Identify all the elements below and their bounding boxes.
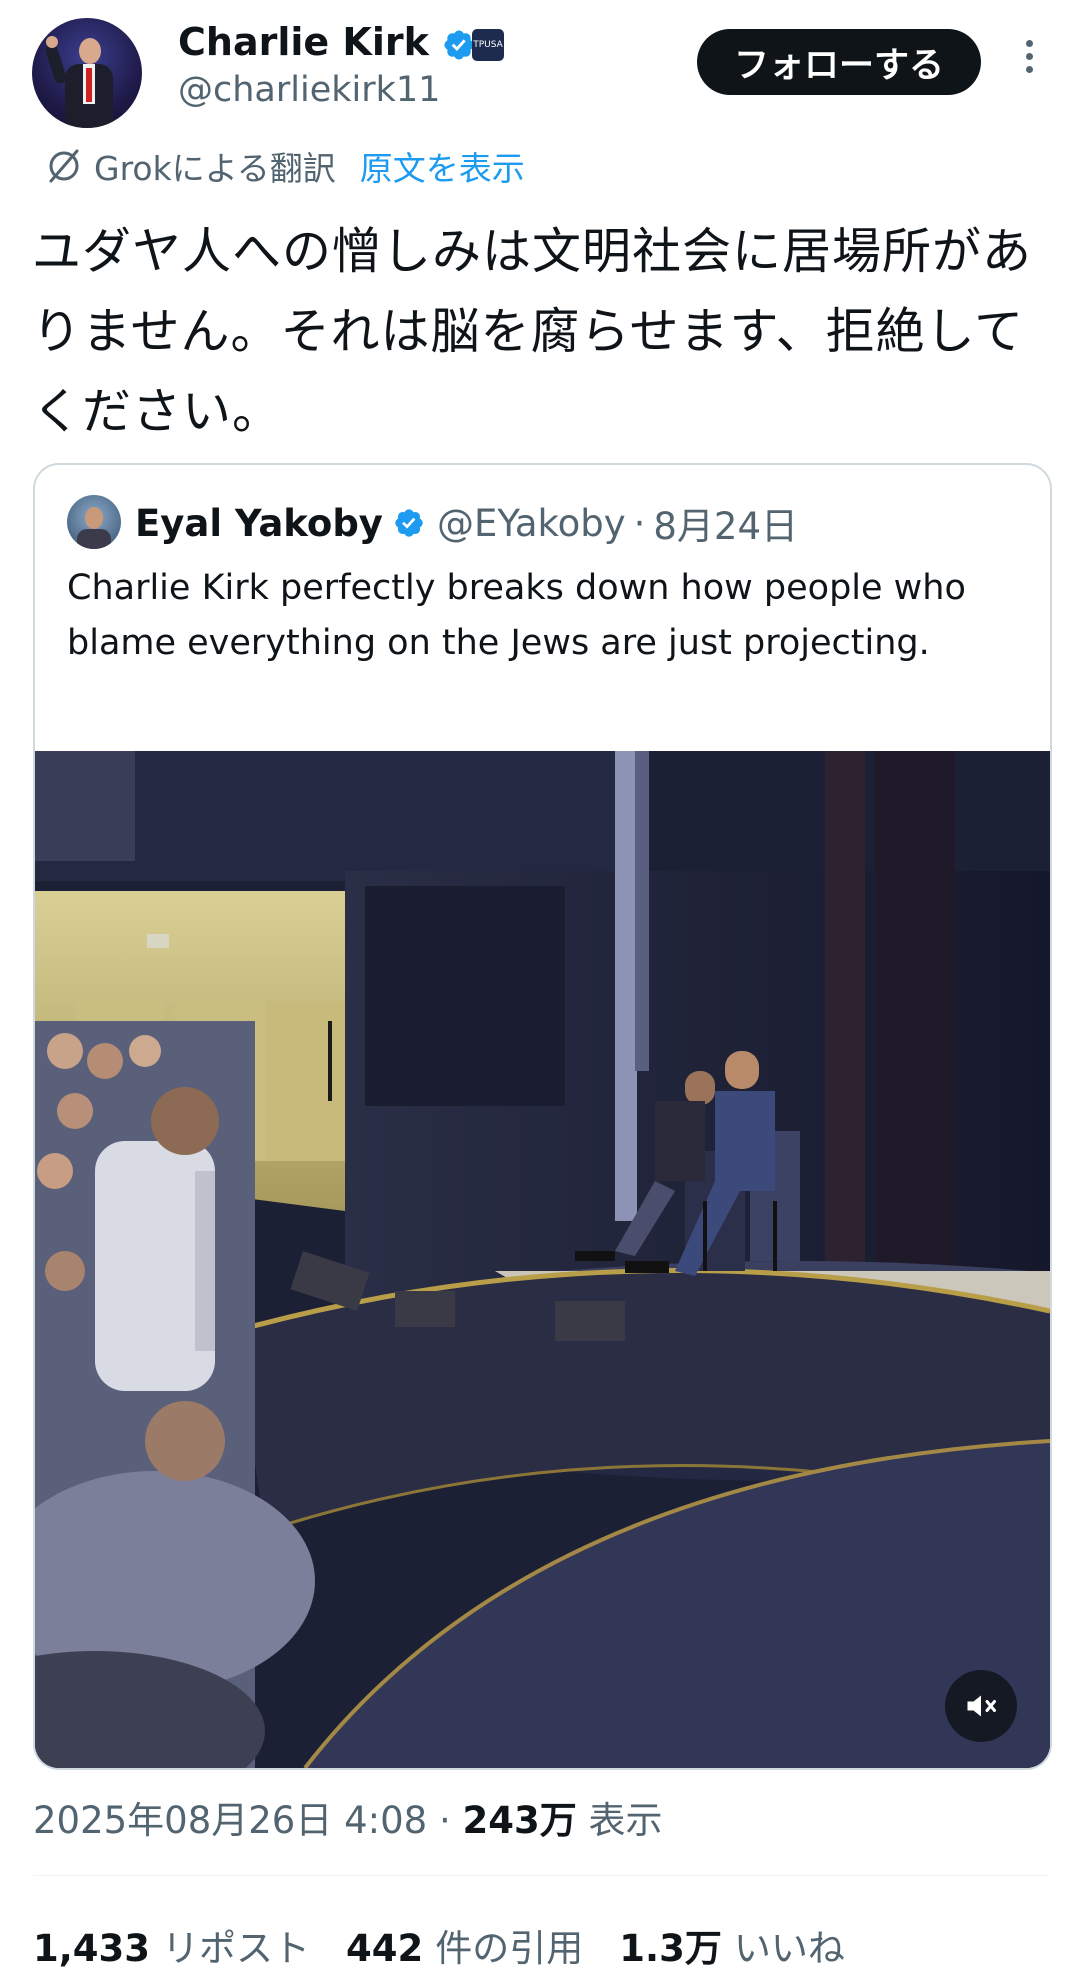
quotes-stat[interactable]: 442 件の引用 [346, 1918, 583, 1972]
mute-toggle-button[interactable] [945, 1670, 1017, 1742]
divider [33, 1875, 1048, 1876]
quotes-count: 442 [346, 1927, 424, 1970]
retweets-count: 1,433 [33, 1927, 151, 1970]
quotes-label: 件の引用 [435, 1927, 584, 1970]
quoted-video[interactable] [35, 751, 1050, 1768]
views-count: 243万 [462, 1799, 577, 1842]
mute-icon [967, 1695, 996, 1717]
author-avatar[interactable] [32, 18, 142, 128]
affiliation-badge[interactable]: TPUSA [472, 29, 504, 61]
retweets-label: リポスト [162, 1927, 311, 1970]
likes-count: 1.3万 [619, 1927, 722, 1970]
tweet-timestamp[interactable]: 2025年08月26日 4:08 [33, 1799, 427, 1842]
tweet-text: ユダヤ人への憎しみは文明社会に居場所がありません。それは脳を腐らせます、拒絶して… [32, 223, 1033, 440]
author-handle[interactable]: @charliekirk11 [178, 70, 440, 110]
translation-provider-label: Grokによる翻訳 [94, 149, 336, 188]
quoted-author-name[interactable]: Eyal Yakoby [135, 502, 383, 545]
tweet-meta: 2025年08月26日 4:08 · 243万 表示 [33, 1790, 662, 1844]
quoted-tweet-card[interactable]: Eyal Yakoby @EYakoby · 8月24日 Charlie Kir… [33, 463, 1052, 1770]
engagement-stats: 1,433 リポスト 442 件の引用 1.3万 いいね [33, 1918, 845, 1972]
translation-row: Grokによる翻訳 原文を表示 [44, 144, 525, 188]
follow-button[interactable]: フォローする [697, 29, 981, 95]
grok-icon [49, 149, 79, 183]
video-frame-image [35, 751, 1050, 1768]
affiliation-badge-text: TPUSA [473, 40, 503, 50]
more-options-icon[interactable] [1018, 36, 1040, 84]
verified-badge-icon [444, 29, 474, 60]
views-label: 表示 [588, 1799, 663, 1842]
quoted-author-avatar[interactable] [67, 495, 121, 549]
author-name[interactable]: Charlie Kirk [178, 20, 429, 64]
quoted-verified-badge-icon [395, 509, 423, 537]
quoted-tweet-text: Charlie Kirk perfectly breaks down how p… [67, 568, 966, 663]
retweets-stat[interactable]: 1,433 リポスト [33, 1918, 310, 1972]
author-name-row[interactable]: Charlie Kirk [178, 20, 476, 64]
quoted-separator: · [633, 501, 646, 545]
quoted-date[interactable]: 8月24日 [653, 496, 798, 550]
meta-separator: · [438, 1799, 451, 1842]
show-original-link[interactable]: 原文を表示 [360, 142, 525, 190]
quoted-author-handle[interactable]: @EYakoby [437, 502, 626, 545]
quoted-header: Eyal Yakoby @EYakoby · 8月24日 [135, 495, 798, 551]
likes-label: いいね [733, 1927, 845, 1970]
likes-stat[interactable]: 1.3万 いいね [619, 1918, 845, 1972]
